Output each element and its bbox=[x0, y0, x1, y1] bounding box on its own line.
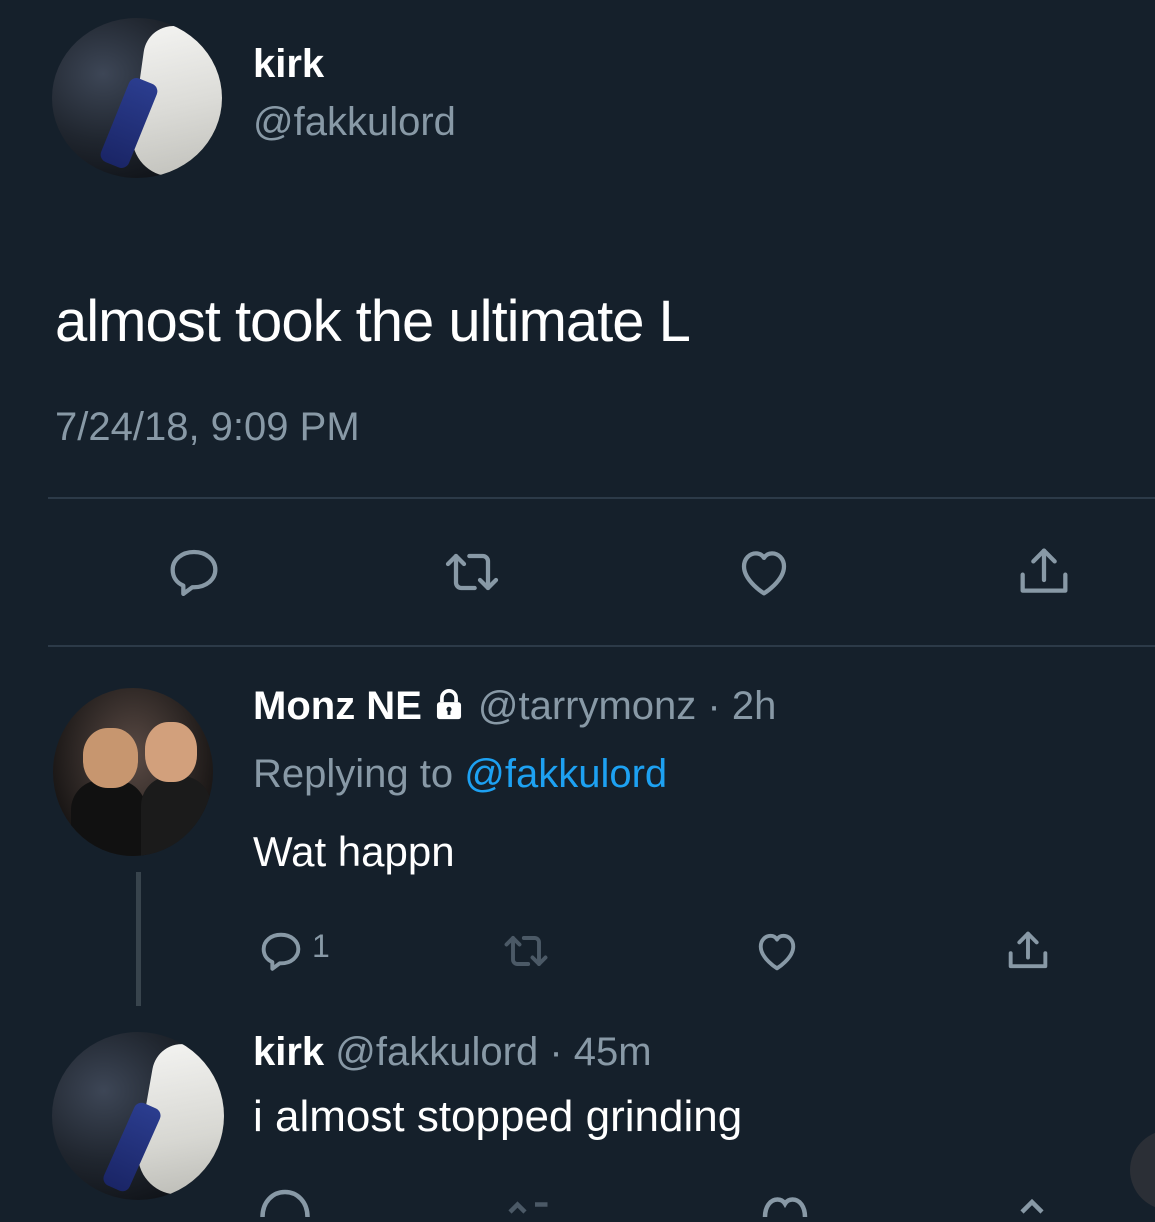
share-icon[interactable] bbox=[1002, 1182, 1062, 1222]
lock-icon bbox=[432, 688, 466, 722]
retweet-icon[interactable] bbox=[500, 925, 552, 977]
replying-to: Replying to @fakkulord bbox=[253, 752, 667, 797]
replying-mention-link[interactable]: @fakkulord bbox=[464, 752, 667, 796]
reply-icon[interactable] bbox=[255, 1182, 315, 1222]
reply-count: 1 bbox=[312, 928, 330, 964]
like-icon[interactable] bbox=[751, 925, 803, 977]
retweet-icon[interactable] bbox=[440, 540, 504, 604]
reply2-author-avatar[interactable] bbox=[52, 1032, 224, 1200]
author-avatar[interactable] bbox=[52, 18, 222, 178]
retweet-icon[interactable] bbox=[500, 1182, 560, 1222]
reply2-text: i almost stopped grinding bbox=[253, 1092, 743, 1141]
reply2-author-name[interactable]: kirk bbox=[253, 1030, 324, 1074]
share-icon[interactable] bbox=[1002, 925, 1054, 977]
overlay-button[interactable] bbox=[1130, 1130, 1155, 1210]
reply2-header: kirk @fakkulord · 45m bbox=[253, 1030, 652, 1075]
reply-text: Wat happn bbox=[253, 828, 455, 875]
reply-icon[interactable] bbox=[162, 540, 226, 604]
author-handle[interactable]: @fakkulord bbox=[253, 100, 456, 145]
like-icon[interactable] bbox=[755, 1182, 815, 1222]
reply2-meta[interactable]: @fakkulord · 45m bbox=[335, 1030, 651, 1074]
reply-author-avatar[interactable] bbox=[53, 688, 213, 856]
divider bbox=[48, 645, 1155, 647]
author-name[interactable]: kirk bbox=[253, 42, 324, 87]
tweet-text: almost took the ultimate L bbox=[55, 289, 691, 354]
replying-prefix: Replying to bbox=[253, 752, 454, 796]
reply-author-name[interactable]: Monz NE bbox=[253, 684, 422, 728]
divider bbox=[48, 497, 1155, 499]
reply-header: Monz NE @tarrymonz · 2h bbox=[253, 684, 776, 729]
reply-meta[interactable]: @tarrymonz · 2h bbox=[478, 684, 776, 728]
thread-line bbox=[136, 872, 141, 1006]
share-icon[interactable] bbox=[1012, 540, 1076, 604]
reply-icon[interactable] bbox=[255, 925, 307, 977]
like-icon[interactable] bbox=[732, 540, 796, 604]
tweet-timestamp[interactable]: 7/24/18, 9:09 PM bbox=[55, 405, 360, 450]
